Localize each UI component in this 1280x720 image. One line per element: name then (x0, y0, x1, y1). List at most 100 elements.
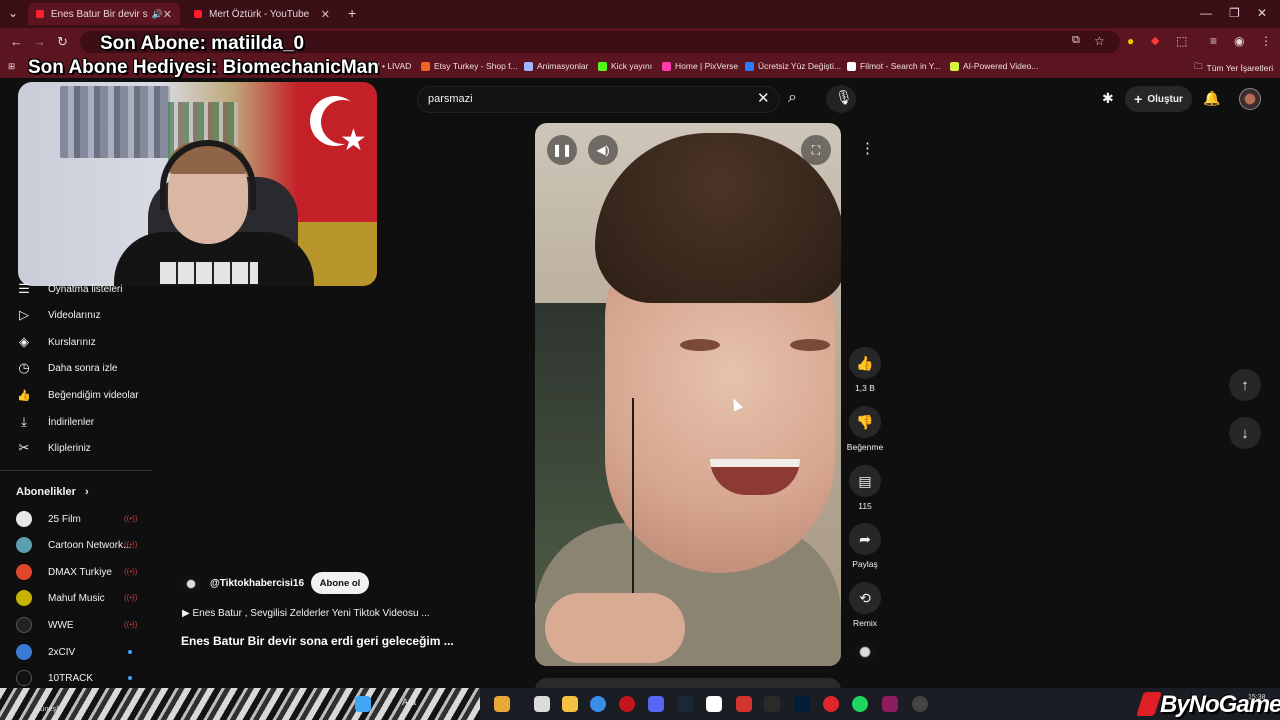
subscription-item[interactable]: WWE (16, 616, 136, 634)
file-icon[interactable] (534, 696, 550, 712)
all-bookmarks-button[interactable]: 🗀 Tüm Yer İşaretleri (1194, 61, 1273, 75)
live-indicator-icon: ((•)) (124, 567, 138, 576)
close-tab-icon[interactable]: ✕ (321, 8, 330, 21)
discord-icon[interactable] (648, 696, 664, 712)
subscription-item[interactable]: 25 Film (16, 510, 136, 528)
clear-search-icon[interactable]: ✕ (757, 91, 770, 106)
channel-avatar (16, 564, 32, 580)
weather-widget[interactable]: güneşli (36, 704, 60, 713)
dislike-button[interactable]: 👎 (849, 406, 881, 438)
previous-short-button[interactable]: ↑ (1229, 369, 1261, 401)
sidebar-item-liked-videos[interactable]: 👍 Beğendiğim videolar (16, 386, 139, 404)
kick-icon (598, 61, 607, 71)
tab-mert-ozturk[interactable]: Mert Öztürk - YouTube ✕ (186, 3, 338, 25)
capcut-icon[interactable] (706, 696, 722, 712)
bookmark-item[interactable]: Etsy Turkey - Shop f... (421, 61, 518, 71)
spotify-icon[interactable] (852, 696, 868, 712)
rockstar-icon[interactable] (736, 696, 752, 712)
chrome-icon[interactable] (590, 696, 606, 712)
opera-icon[interactable] (619, 696, 635, 712)
share-button[interactable]: ➦ (849, 523, 881, 555)
bookmark-item[interactable]: Animasyonlar (524, 61, 589, 71)
subscription-item[interactable]: DMAX Turkiye (16, 563, 136, 581)
sidebar-item-courses[interactable]: ◈ Kurslarınız (16, 333, 96, 351)
maximize-icon[interactable]: ❐ (1229, 6, 1240, 20)
widgets-icon[interactable] (494, 696, 510, 712)
media-controls-icon[interactable]: ≡ (1210, 34, 1217, 48)
fullscreen-button[interactable]: ⛶ (801, 135, 831, 165)
video-eye-left (680, 339, 720, 351)
volume-button[interactable]: ◀) (588, 135, 618, 165)
windows-start-icon[interactable] (355, 696, 371, 712)
search-icon[interactable]: ⌕ (788, 90, 797, 106)
menu-icon[interactable]: ⋮ (1260, 34, 1272, 48)
steam-icon[interactable] (677, 696, 693, 712)
bookmark-star-icon[interactable]: ☆ (1094, 34, 1105, 48)
more-options-icon[interactable]: ⋮ (860, 141, 875, 156)
channel-avatar (16, 511, 32, 527)
shorts-video-player[interactable]: ❚❚ ◀) ⛶ (535, 123, 841, 666)
all-bookmarks-label: Tüm Yer İşaretleri (1206, 63, 1274, 73)
youtube-favicon-icon (194, 10, 202, 18)
create-button[interactable]: + Oluştur (1125, 86, 1192, 112)
extension-icon[interactable]: ● (1127, 34, 1134, 48)
close-window-icon[interactable]: ✕ (1257, 6, 1267, 20)
install-app-icon[interactable]: ⧉ (1072, 34, 1080, 47)
profile-icon[interactable]: ◉ (1234, 34, 1244, 48)
sidebar-item-downloads[interactable]: ⤓ İndirilenler (16, 413, 94, 431)
sidebar-item-your-videos[interactable]: ▷ Videolarınız (16, 306, 101, 324)
short-title[interactable]: Enes Batur Bir devir sona erdi geri gele… (181, 634, 454, 648)
subscription-item[interactable]: Cartoon Network... (16, 536, 136, 554)
audio-source-avatar[interactable] (853, 640, 877, 664)
close-tab-icon[interactable]: ✕ (163, 8, 172, 21)
cast-icon[interactable]: ✱ (1102, 91, 1114, 105)
new-tab-button[interactable]: + (348, 5, 356, 21)
taskbar-clock[interactable]: 15:38 (1248, 694, 1266, 701)
like-button[interactable]: 👍 (849, 347, 881, 379)
subscriptions-header[interactable]: Abonelikler › (16, 486, 89, 498)
video-hand (545, 593, 685, 663)
subscription-item[interactable]: 2xCIV (16, 643, 136, 661)
notifications-bell-icon[interactable]: 🔔 (1203, 91, 1220, 105)
search-input[interactable]: parsmazi (428, 93, 473, 105)
back-icon[interactable]: ← (10, 34, 23, 49)
sidebar-label: Beğendiğim videolar (48, 389, 139, 401)
bookmark-item[interactable]: Filmot - Search in Y... (847, 61, 940, 71)
forward-icon[interactable]: → (33, 34, 46, 49)
next-short-button[interactable]: ↓ (1229, 417, 1261, 449)
obs-icon[interactable] (912, 696, 928, 712)
downloads-icon: ⤓ (21, 414, 27, 429)
short-music-link[interactable]: ▶ Enes Batur , Sevgilisi Zelderler Yeni … (182, 608, 430, 619)
bookmark-item[interactable]: AI-Powered Video... (950, 61, 1038, 71)
apps-icon[interactable]: ⊞ (8, 61, 15, 72)
bookmark-item[interactable]: Kick yayını (598, 61, 652, 71)
subscription-item[interactable]: 10TRACK (16, 669, 136, 687)
bookmark-item[interactable]: Ücretsiz Yüz Değişti... (745, 61, 841, 71)
app-icon[interactable] (882, 696, 898, 712)
comments-button[interactable]: ▤ (849, 465, 881, 497)
photoshop-icon[interactable] (794, 696, 810, 712)
channel-avatar[interactable] (181, 574, 201, 594)
subscribe-button[interactable]: Abone ol (311, 572, 369, 594)
taskbar-search[interactable]: Ara (402, 697, 416, 707)
live-indicator-icon: ((•)) (124, 540, 138, 549)
extensions-puzzle-icon[interactable]: ⬚ (1176, 34, 1187, 48)
create-label: Oluştur (1147, 93, 1183, 105)
epic-games-icon[interactable] (764, 696, 780, 712)
sidebar-item-watch-later[interactable]: ◷ Daha sonra izle (16, 359, 117, 377)
extension-tp-icon[interactable]: ◆ (1151, 34, 1159, 47)
sidebar-item-clips[interactable]: ✂ Klipleriniz (16, 439, 91, 457)
obs-red-icon[interactable] (823, 696, 839, 712)
remix-button[interactable]: ⟲ (849, 582, 881, 614)
short-channel-name[interactable]: @Tiktokhabercisi16 (210, 578, 304, 589)
file-explorer-icon[interactable] (562, 696, 578, 712)
tab-enes-batur[interactable]: Enes Batur Bir devir sona e 🔊 ✕ (28, 3, 180, 25)
sidebar-item-playlists[interactable]: ☰ Oynatma listeleri (16, 280, 122, 298)
pause-button[interactable]: ❚❚ (547, 135, 577, 165)
account-avatar[interactable] (1239, 88, 1261, 110)
bookmark-item[interactable]: Home | PixVerse (662, 61, 738, 71)
subscription-item[interactable]: Mahuf Music (16, 589, 136, 607)
minimize-icon[interactable]: — (1200, 6, 1212, 20)
tab-search-icon[interactable]: ⌄ (8, 6, 18, 20)
reload-icon[interactable]: ↻ (57, 34, 68, 50)
